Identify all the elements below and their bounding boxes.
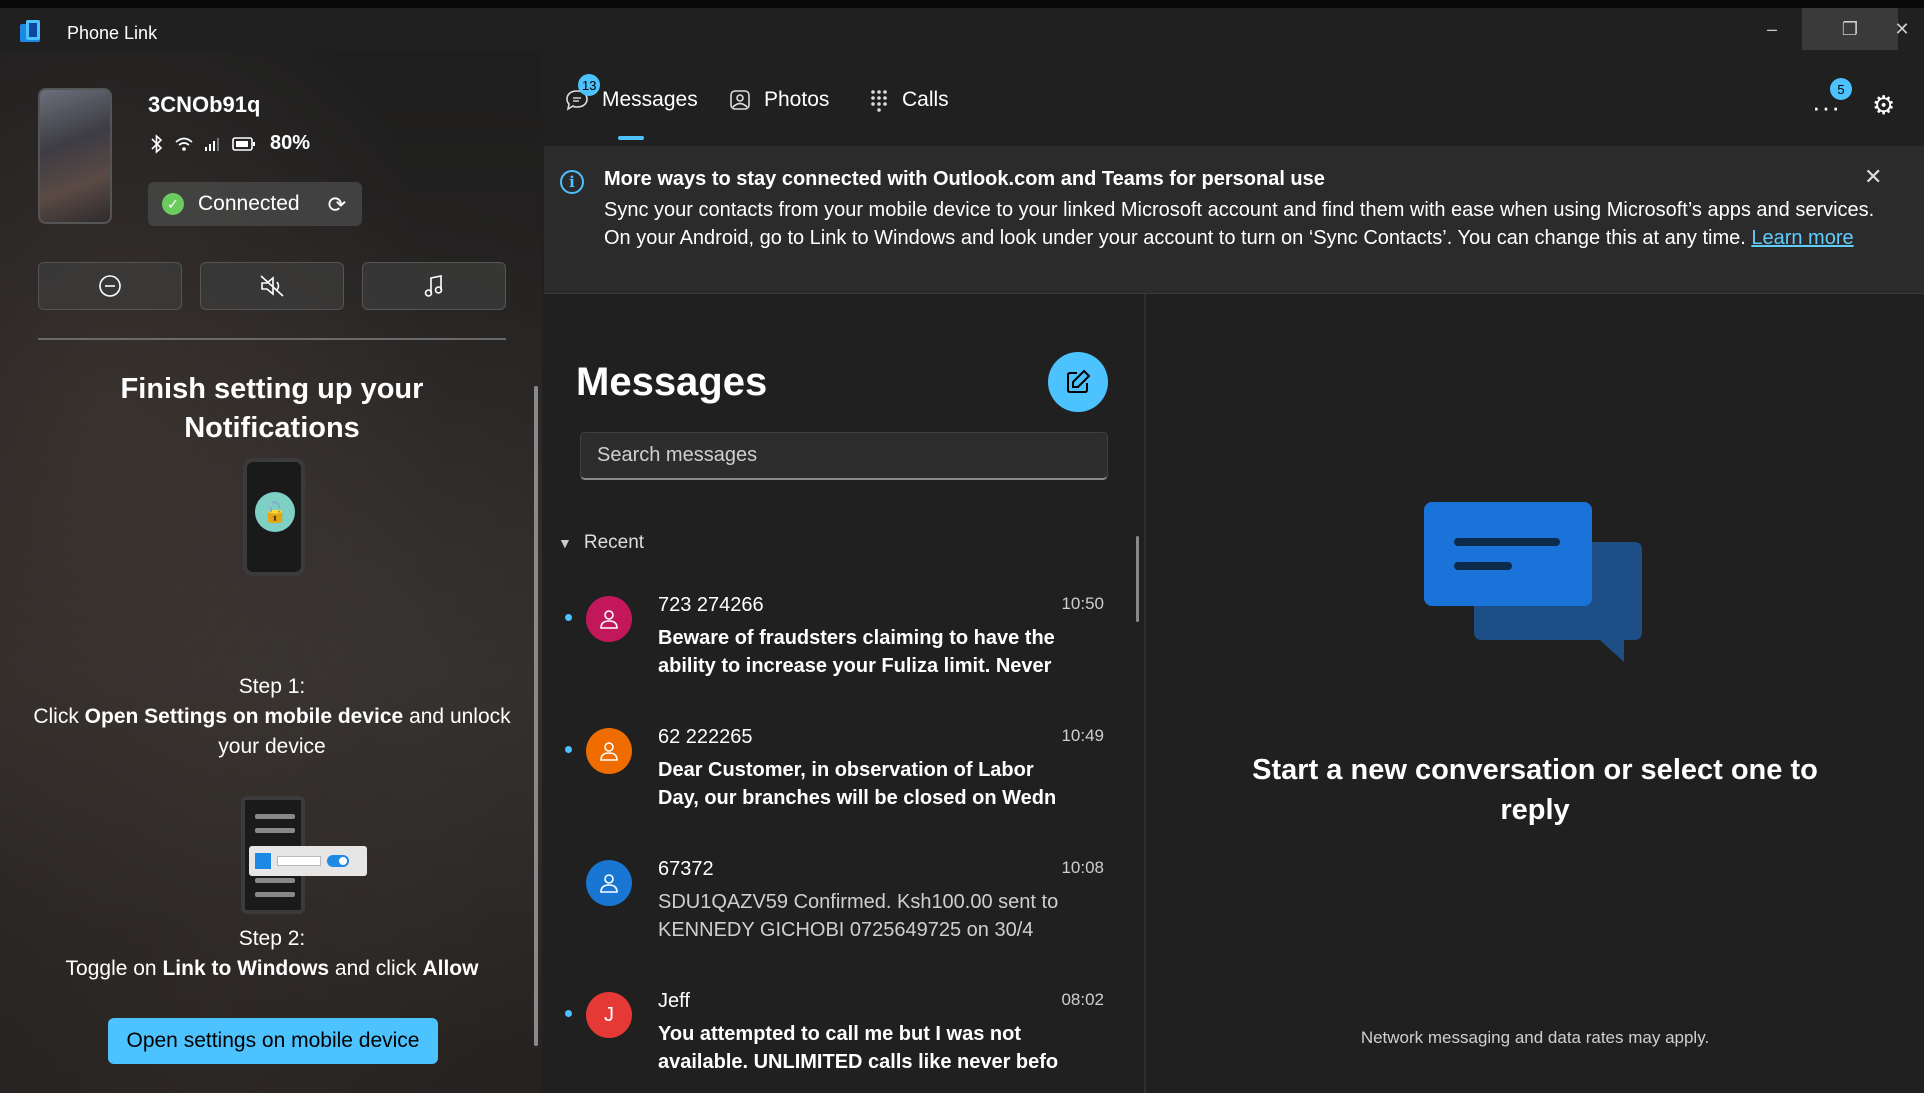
list-scrollbar[interactable] [1136,536,1139,622]
toggle-switch-icon [327,855,349,867]
signal-icon [205,137,219,151]
title-bar: Phone Link – ❐ ✕ [0,8,1924,50]
windows-logo-icon [255,853,271,869]
bluetooth-icon [151,133,163,154]
panel-divider [38,338,506,340]
active-tab-indicator [618,136,644,140]
conversation-preview: You attempted to call me but I was not a… [658,1023,1059,1073]
empty-conversation-title: Start a new conversation or select one t… [1252,754,1818,826]
top-navigation: Messages 13 Photos Calls ··· 5 ⚙ [542,50,1924,146]
do-not-disturb-icon [99,275,121,297]
conversation-preview: Dear Customer, in observation of Labor D… [658,759,1057,809]
unread-indicator [565,1010,572,1017]
search-messages-input[interactable] [580,432,1108,480]
mute-audio-button[interactable] [200,262,344,310]
conversation-item[interactable]: 67372 10:08 SDU1QAZV59 Confirmed. Ksh100… [544,836,1134,966]
device-name: 3CNOb91q [148,92,261,117]
setup-notifications-title: Finish setting up your Notifications [120,373,424,444]
speaker-mute-icon [260,275,284,297]
photos-icon [730,90,750,110]
tab-calls-label: Calls [902,88,949,111]
tab-photos-label: Photos [764,88,830,111]
conversation-item[interactable]: 723 274266 10:50 Beware of fraudsters cl… [544,572,1134,702]
setup-step-2: Step 2: Toggle on Link to Windows and cl… [30,924,514,984]
conversation-sender: 67372 [658,858,714,880]
conversation-time: 08:02 [1061,990,1104,1009]
refresh-icon[interactable]: ⟳ [328,192,346,218]
contact-avatar-icon [586,860,632,906]
recent-section-label: Recent [583,532,645,553]
connection-status: ✓ Connected ⟳ [148,182,362,226]
conversation-item[interactable]: 62 222265 10:49 Dear Customer, in observ… [544,704,1134,834]
learn-more-link[interactable]: Learn more [1751,227,1853,249]
settings-gear-icon[interactable]: ⚙ [1872,90,1895,121]
music-note-icon [424,275,443,297]
close-window-button[interactable]: ✕ [1880,8,1924,50]
banner-body-text: Sync your contacts from your mobile devi… [604,199,1875,249]
checkmark-icon: ✓ [162,193,184,215]
toggle-label-bar [277,856,321,866]
close-banner-icon[interactable]: ✕ [1864,164,1882,190]
conversation-preview: Beware of fraudsters claiming to have th… [658,627,1055,677]
link-to-windows-toggle-illustration [249,846,367,876]
contact-avatar-icon [586,728,632,774]
conversation-panel: Start a new conversation or select one t… [1146,294,1924,1093]
settings-line [255,814,295,819]
recent-section-header[interactable]: ▼ Recent [558,532,644,554]
messages-list-panel: Messages ▼ Recent 723 274266 10:50 Bewar… [544,294,1146,1093]
open-settings-on-mobile-button[interactable]: Open settings on mobile device [108,1018,438,1064]
new-message-button[interactable] [1048,352,1108,412]
settings-line [255,892,295,897]
compose-icon [1067,369,1091,393]
collapse-triangle-icon: ▼ [558,535,572,551]
conversation-sender: Jeff [658,990,690,1012]
wifi-icon [175,137,193,151]
info-banner: i More ways to stay connected with Outlo… [544,146,1924,294]
tab-messages-label: Messages [602,88,698,111]
battery-percentage: 80% [270,132,311,154]
conversation-sender: 62 222265 [658,726,753,748]
phone-link-logo-icon [20,20,40,42]
settings-line [255,878,295,883]
connection-status-label: Connected [198,192,300,215]
app-title: Phone Link [67,23,158,43]
tab-calls[interactable]: Calls [868,88,949,112]
unread-indicator [565,746,572,753]
device-status-icons: 80% [150,132,310,155]
conversation-time: 10:08 [1061,858,1104,877]
chat-bubbles-illustration-icon [1424,502,1642,662]
messages-heading: Messages [576,360,768,404]
conversation-time: 10:50 [1061,594,1104,613]
do-not-disturb-button[interactable] [38,262,182,310]
notifications-badge: 5 [1830,78,1852,100]
banner-body: Sync your contacts from your mobile devi… [604,196,1894,252]
phone-link-window: Phone Link – ❐ ✕ 3CNOb91q 80% ✓ Connecte… [0,8,1924,1093]
device-panel: 3CNOb91q 80% ✓ Connected ⟳ Finish settin… [0,50,542,1093]
step-2-label: Step 2: [238,927,306,950]
battery-icon [232,136,255,151]
dialpad-icon [871,90,887,112]
settings-line [255,828,295,833]
device-wallpaper-thumbnail [38,88,112,224]
panel-scrollbar[interactable] [534,386,538,1046]
unlock-icon: 🔓 [255,492,295,532]
data-rates-note: Network messaging and data rates may app… [1360,1028,1710,1047]
conversation-time: 10:49 [1061,726,1104,745]
media-player-button[interactable] [362,262,506,310]
step-2-instructions: Toggle on Link to Windows and click Allo… [65,957,479,980]
conversation-preview: SDU1QAZV59 Confirmed. Ksh100.00 sent to … [658,891,1059,941]
phone-unlock-illustration: 🔓 [243,458,305,576]
unread-indicator [565,614,572,621]
info-icon: i [560,170,584,194]
setup-step-1: Step 1: Click Open Settings on mobile de… [30,672,514,762]
tab-photos[interactable]: Photos [728,88,829,112]
step-1-instructions: Click Open Settings on mobile device and… [33,705,511,758]
conversation-sender: 723 274266 [658,594,764,616]
contact-avatar-icon [586,596,632,642]
step-1-label: Step 1: [238,675,306,698]
banner-title: More ways to stay connected with Outlook… [604,168,1325,190]
conversation-item[interactable]: J Jeff 08:02 You attempted to call me bu… [544,968,1134,1093]
contact-avatar: J [586,992,632,1038]
